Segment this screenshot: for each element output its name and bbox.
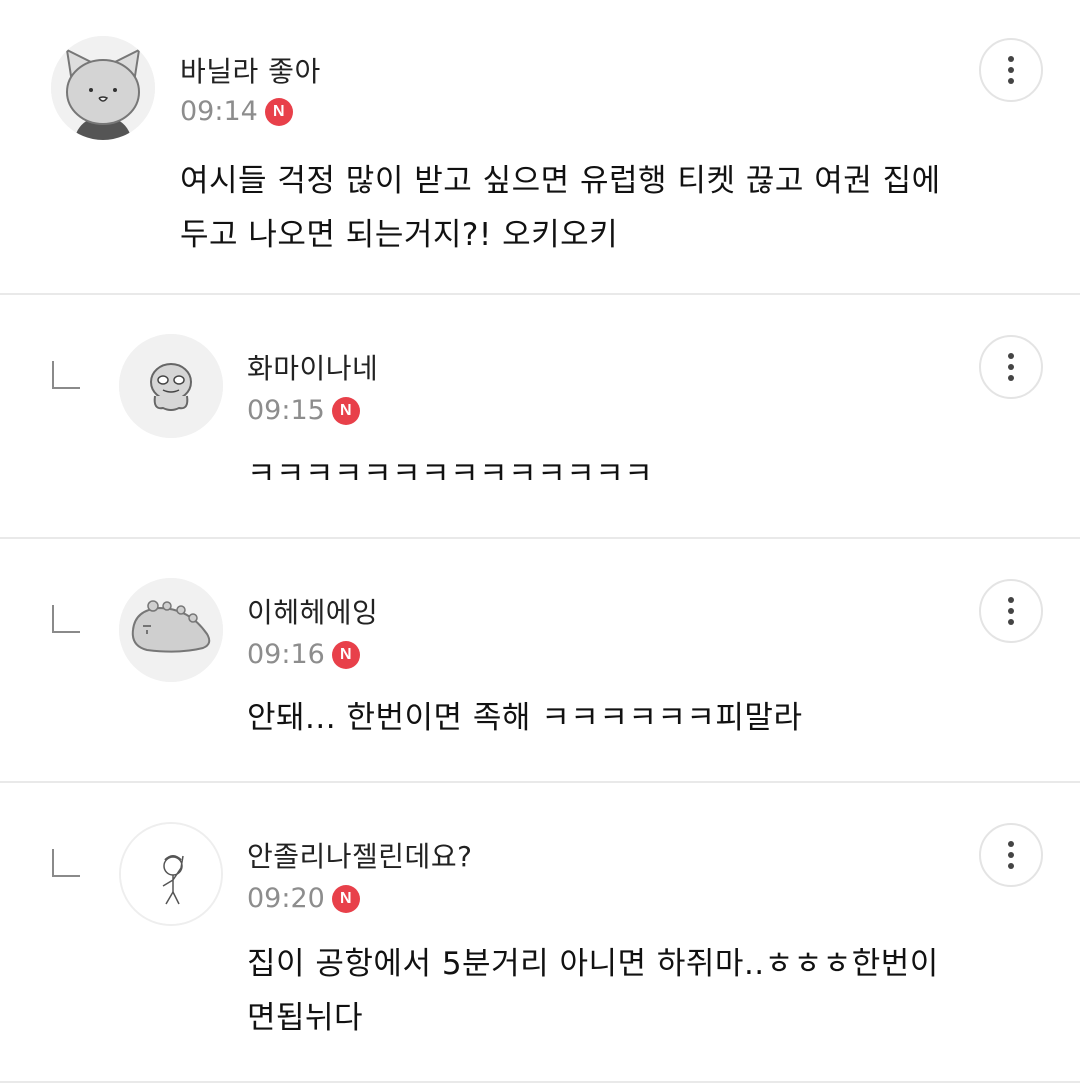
reply-item: 화마이나네 09:15 N ㅋㅋㅋㅋㅋㅋㅋㅋㅋㅋㅋㅋㅋㅋ (0, 295, 1080, 539)
new-badge: N (331, 396, 360, 425)
comment-text: 여시들 걱정 많이 받고 싶으면 유럽행 티켓 끊고 여권 집에 두고 나오면 … (180, 163, 941, 253)
new-badge: N (331, 640, 360, 669)
comment-nickname[interactable]: 안졸리나젤린데요? (247, 835, 472, 875)
character-avatar-icon[interactable] (119, 334, 223, 438)
comment-time: 09:14 (180, 96, 258, 127)
comment-meta: 09:15 N (247, 395, 360, 426)
reply-item: 안졸리나젤린데요? 09:20 N 집이 공항에서 5분거리 아니면 하쥐마..… (0, 783, 1080, 1083)
comment-time: 09:20 (247, 883, 325, 914)
boy-avatar-icon[interactable] (119, 822, 223, 926)
reply-arrow-icon (52, 605, 80, 633)
more-options-button[interactable] (979, 823, 1043, 887)
comment-nickname[interactable]: 바닐라 좋아 (180, 50, 321, 90)
comment-nickname[interactable]: 이헤헤에잉 (247, 591, 378, 631)
reply-item: 이헤헤에잉 09:16 N 안돼... 한번이면 족해 ㅋㅋㅋㅋㅋㅋ피말라 (0, 539, 1080, 783)
comment-time: 09:15 (247, 395, 325, 426)
more-options-button[interactable] (979, 335, 1043, 399)
comment-meta: 09:16 N (247, 639, 360, 670)
reply-arrow-icon (52, 361, 80, 389)
more-options-button[interactable] (979, 579, 1043, 643)
comment-meta: 09:20 N (247, 883, 360, 914)
comment-time: 09:16 (247, 639, 325, 670)
more-dots-icon (1008, 597, 1014, 625)
new-badge: N (331, 884, 360, 913)
more-dots-icon (1008, 841, 1014, 869)
comment-text: 안돼... 한번이면 족해 ㅋㅋㅋㅋㅋㅋ피말라 (247, 700, 803, 736)
more-dots-icon (1008, 353, 1014, 381)
comment-nickname[interactable]: 화마이나네 (247, 347, 378, 387)
comment-meta: 09:14 N (180, 96, 293, 127)
reply-arrow-icon (52, 849, 80, 877)
dinosaur-avatar-icon[interactable] (119, 578, 223, 682)
more-options-button[interactable] (979, 38, 1043, 102)
more-dots-icon (1008, 56, 1014, 84)
new-badge: N (264, 97, 293, 126)
cat-avatar-icon[interactable] (51, 36, 155, 140)
comment-text: 집이 공항에서 5분거리 아니면 하쥐마..ㅎㅎㅎ한번이면됩뉘다 (247, 946, 939, 1036)
comment-item: 바닐라 좋아 09:14 N 여시들 걱정 많이 받고 싶으면 유럽행 티켓 끊… (0, 0, 1080, 295)
comment-text: ㅋㅋㅋㅋㅋㅋㅋㅋㅋㅋㅋㅋㅋㅋ (247, 456, 654, 492)
